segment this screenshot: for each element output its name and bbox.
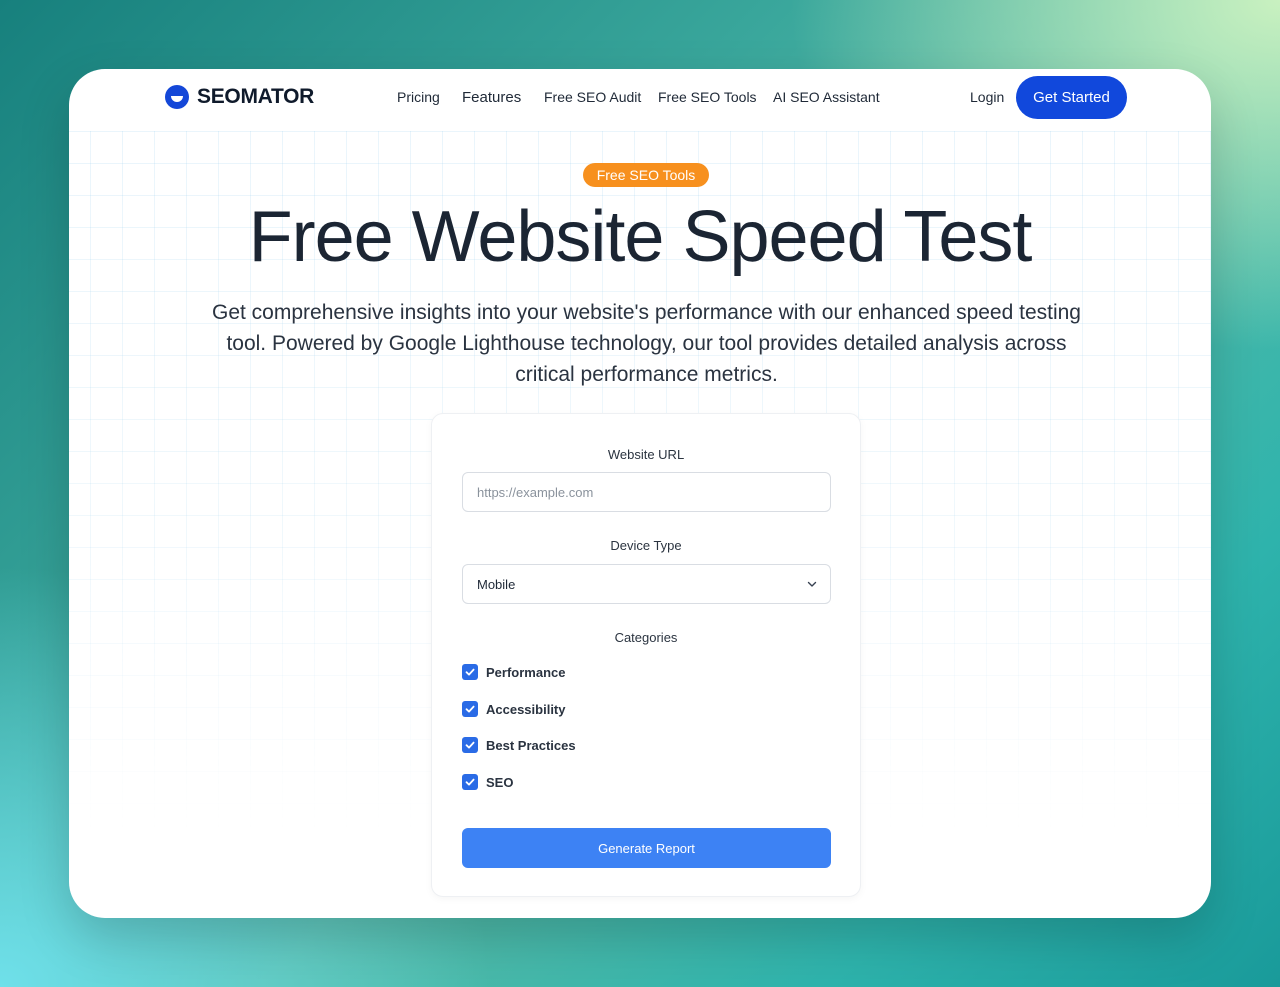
chevron-down-icon (807, 581, 817, 587)
checkbox-checked-icon[interactable] (462, 701, 478, 717)
category-label: Performance (486, 664, 566, 680)
page-title: Free Website Speed Test (248, 197, 1033, 277)
device-type-label: Device Type (610, 538, 682, 553)
logo[interactable]: SEOMATOR (165, 85, 314, 109)
category-label: Accessibility (486, 701, 566, 717)
page-subtitle: Get comprehensive insights into your web… (212, 301, 1081, 386)
speed-test-form: Website URL Device Type Mobile Categorie… (431, 413, 861, 897)
category-performance[interactable]: Performance (462, 664, 565, 680)
category-label: Best Practices (486, 737, 576, 753)
nav-link-pricing[interactable]: Pricing (397, 89, 440, 105)
nav-link-features[interactable]: Features (462, 89, 521, 106)
checkbox-checked-icon[interactable] (462, 737, 478, 753)
nav-link-free-seo-tools[interactable]: Free SEO Tools (658, 89, 757, 105)
login-link[interactable]: Login (970, 89, 1004, 105)
category-label: SEO (486, 774, 514, 790)
logo-icon (165, 85, 189, 109)
logo-text: SEOMATOR (197, 85, 314, 108)
main-card: SEOMATOR Pricing Features Free SEO Audit… (69, 69, 1211, 918)
top-nav: SEOMATOR Pricing Features Free SEO Audit… (69, 69, 1211, 129)
categories-label: Categories (614, 630, 678, 645)
category-accessibility[interactable]: Accessibility (462, 701, 566, 717)
url-label: Website URL (607, 447, 685, 462)
nav-link-free-seo-audit[interactable]: Free SEO Audit (544, 89, 641, 105)
checkbox-checked-icon[interactable] (462, 774, 478, 790)
category-seo[interactable]: SEO (462, 774, 513, 790)
category-badge: Free SEO Tools (583, 163, 709, 187)
device-type-value: Mobile (477, 576, 516, 592)
generate-report-button[interactable]: Generate Report (462, 828, 831, 868)
checkbox-checked-icon[interactable] (462, 664, 478, 680)
device-type-select[interactable]: Mobile (462, 564, 831, 604)
get-started-button[interactable]: Get Started (1016, 76, 1127, 119)
category-best-practices[interactable]: Best Practices (462, 737, 576, 753)
nav-link-ai-seo-assistant[interactable]: AI SEO Assistant (773, 89, 880, 105)
url-input[interactable] (462, 472, 831, 512)
